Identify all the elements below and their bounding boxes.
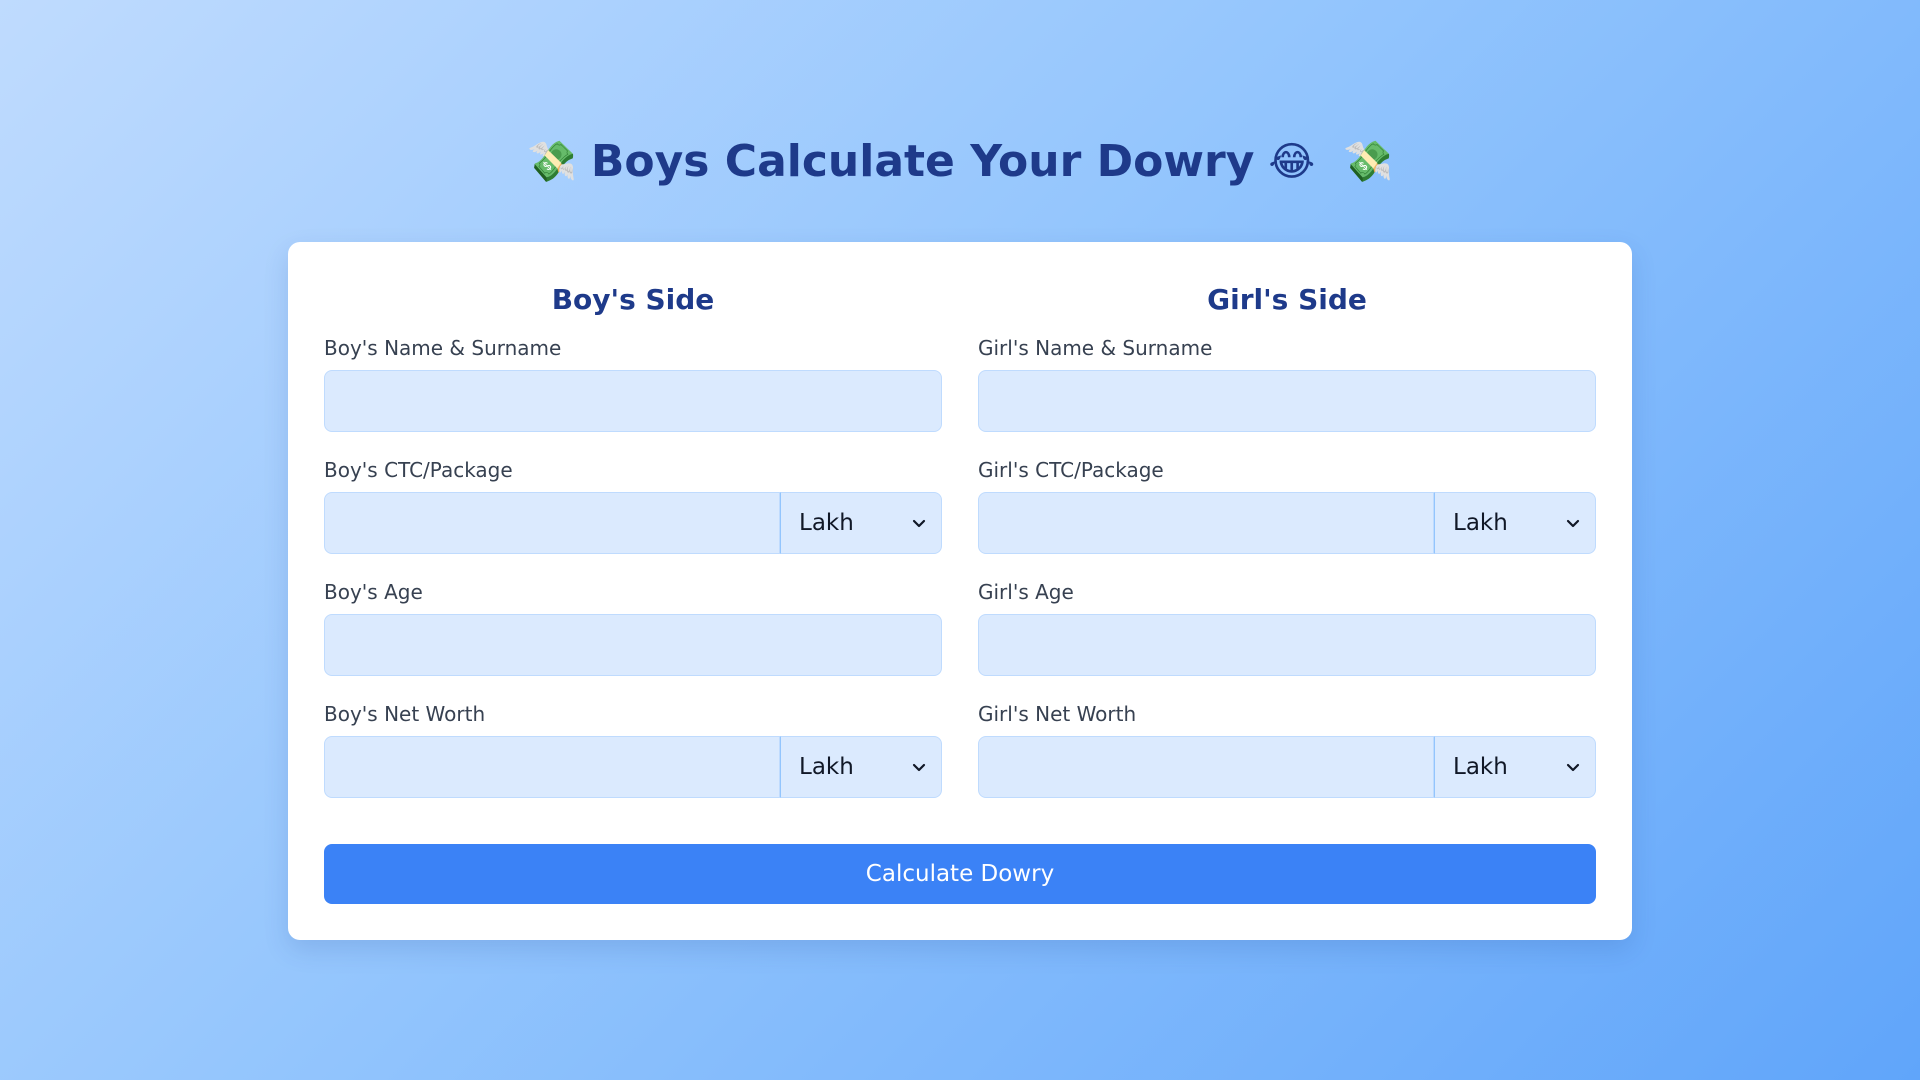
boy-age-label: Boy's Age (324, 580, 423, 604)
boy-networth-combo: Lakh (324, 736, 942, 798)
boys-side-heading: Boy's Side (551, 283, 715, 316)
girl-ctc-unit-select[interactable]: Lakh (1434, 492, 1596, 554)
chevron-down-icon (912, 763, 926, 772)
girl-ctc-combo: Lakh (978, 492, 1596, 554)
chevron-down-icon (1566, 519, 1580, 528)
boy-ctc-unit-value: Lakh (799, 510, 854, 536)
boy-age-field: Boy's Age (324, 578, 942, 700)
girl-networth-input[interactable] (978, 736, 1434, 798)
page-title-text: Boys Calculate Your Dowry (590, 136, 1255, 187)
page-title: 💸 Boys Calculate Your Dowry 😂 💸 (0, 128, 1920, 194)
girl-ctc-input[interactable] (978, 492, 1434, 554)
boy-ctc-combo: Lakh (324, 492, 942, 554)
girl-ctc-field: Girl's CTC/Package Lakh (978, 456, 1596, 578)
boy-networth-unit-select[interactable]: Lakh (780, 736, 942, 798)
girls-side-heading: Girl's Side (1207, 283, 1367, 316)
boys-side-column: Boy's Side Boy's Name & Surname Boy's CT… (324, 278, 942, 822)
chevron-down-icon (1566, 763, 1580, 772)
money-with-wings-icon: 💸 (527, 139, 577, 185)
boy-ctc-input[interactable] (324, 492, 780, 554)
boy-networth-label: Boy's Net Worth (324, 702, 486, 726)
girl-ctc-unit-value: Lakh (1453, 510, 1508, 536)
girl-age-label: Girl's Age (978, 580, 1074, 604)
girl-name-field: Girl's Name & Surname (978, 334, 1596, 456)
girl-name-input[interactable] (978, 370, 1596, 432)
boy-name-input[interactable] (324, 370, 942, 432)
dowry-form-card: Boy's Side Boy's Name & Surname Boy's CT… (288, 242, 1632, 940)
boy-ctc-label: Boy's CTC/Package (324, 458, 513, 482)
boy-age-input[interactable] (324, 614, 942, 676)
girl-networth-unit-value: Lakh (1453, 754, 1508, 780)
boy-name-label: Boy's Name & Surname (324, 336, 562, 360)
girl-name-label: Girl's Name & Surname (978, 336, 1213, 360)
girl-age-input[interactable] (978, 614, 1596, 676)
girl-networth-combo: Lakh (978, 736, 1596, 798)
boy-networth-input[interactable] (324, 736, 780, 798)
boy-ctc-unit-select[interactable]: Lakh (780, 492, 942, 554)
chevron-down-icon (912, 519, 926, 528)
girl-networth-unit-select[interactable]: Lakh (1434, 736, 1596, 798)
calculate-dowry-button[interactable]: Calculate Dowry (324, 844, 1596, 904)
girl-networth-label: Girl's Net Worth (978, 702, 1137, 726)
money-with-wings-icon: 💸 (1343, 139, 1393, 185)
girl-age-field: Girl's Age (978, 578, 1596, 700)
boy-networth-unit-value: Lakh (799, 754, 854, 780)
page: 💸 Boys Calculate Your Dowry 😂 💸 Boy's Side … (0, 0, 1920, 1080)
boy-networth-field: Boy's Net Worth Lakh (324, 700, 942, 822)
laughing-face-icon: 😂 (1268, 139, 1316, 185)
girl-networth-field: Girl's Net Worth Lakh (978, 700, 1596, 822)
girls-side-column: Girl's Side Girl's Name & Surname Girl's… (978, 278, 1596, 822)
boy-ctc-field: Boy's CTC/Package Lakh (324, 456, 942, 578)
girl-ctc-label: Girl's CTC/Package (978, 458, 1164, 482)
boy-name-field: Boy's Name & Surname (324, 334, 942, 456)
